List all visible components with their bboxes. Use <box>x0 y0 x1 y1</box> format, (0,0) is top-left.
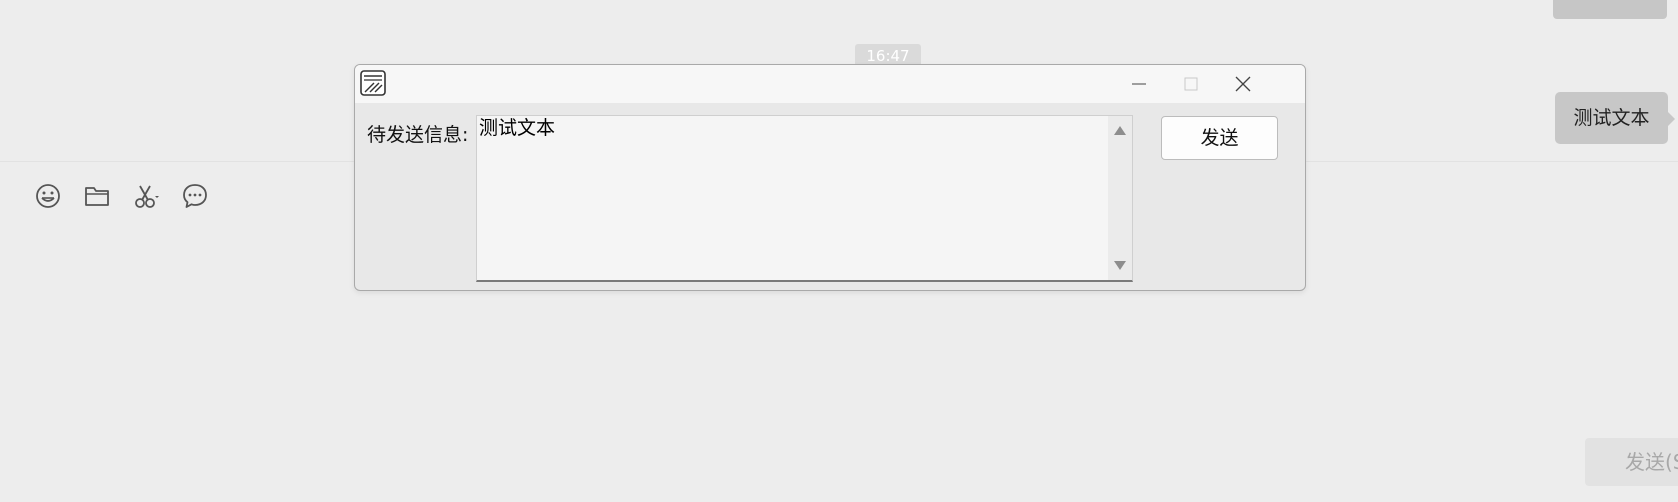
sent-message-bubble[interactable]: 测试文本 <box>1555 92 1668 144</box>
maximize-button[interactable] <box>1168 65 1214 103</box>
minimize-button[interactable] <box>1116 65 1162 103</box>
maximize-icon <box>1184 77 1198 91</box>
scroll-down-arrow-icon[interactable] <box>1114 261 1126 270</box>
message-text[interactable]: 测试文本 <box>479 116 1099 276</box>
chat-history-icon[interactable] <box>179 180 211 212</box>
vertical-scrollbar[interactable] <box>1108 116 1132 280</box>
send-button[interactable]: 发送 <box>1161 116 1278 160</box>
send-message-dialog: 待发送信息: 测试文本 发送 <box>354 64 1306 291</box>
message-textarea[interactable]: 测试文本 <box>476 115 1133 282</box>
app-icon <box>360 70 386 96</box>
folder-icon[interactable] <box>81 180 113 212</box>
dialog-titlebar[interactable] <box>355 65 1305 103</box>
emoji-icon[interactable] <box>32 180 64 212</box>
bubble-tail <box>1667 111 1675 127</box>
scissors-icon[interactable] <box>131 180 163 212</box>
close-icon <box>1235 76 1251 92</box>
minimize-icon <box>1132 83 1146 85</box>
composer-send-button[interactable]: 发送(S) <box>1585 438 1678 486</box>
message-field-label: 待发送信息: <box>367 124 469 146</box>
previous-message-bubble[interactable] <box>1553 0 1667 19</box>
close-button[interactable] <box>1220 65 1266 103</box>
scroll-up-arrow-icon[interactable] <box>1114 126 1126 135</box>
